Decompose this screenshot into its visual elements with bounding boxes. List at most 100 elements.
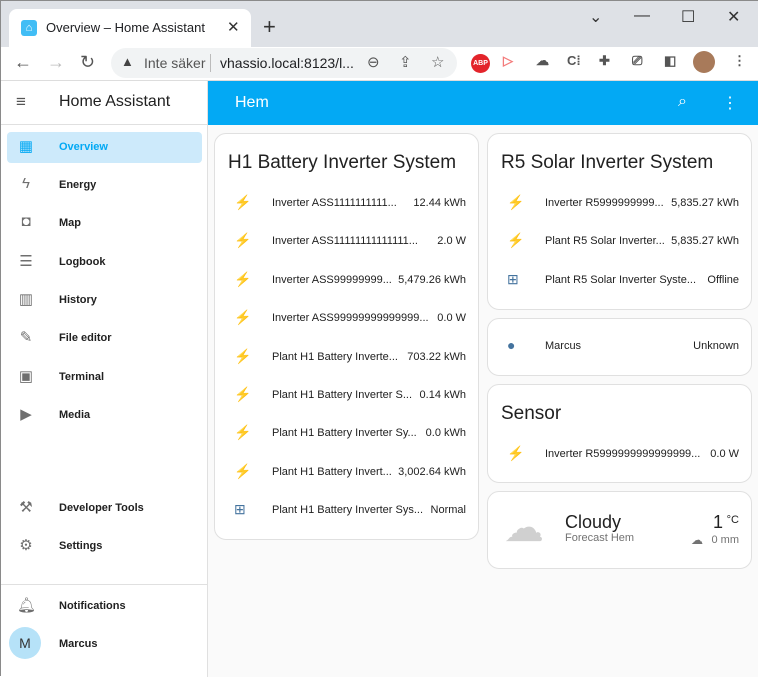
weather-condition: Cloudy [565,512,622,532]
tab-close-icon[interactable]: ✕ [227,18,240,36]
home-assistant-favicon-icon: ⌂ [21,20,37,36]
sidebar-item-notifications[interactable]: 🔔︎ Notifications [7,591,202,622]
security-label[interactable]: Inte säker [144,55,205,71]
address-bar[interactable]: ▲ Inte säker vhassio.local:8123/l... ⊖ ⇪… [111,48,457,78]
minimize-icon[interactable]: — [634,7,650,25]
entity-name: Plant H1 Battery Inverter S... [272,389,413,401]
adblock-icon[interactable]: ABP [471,54,490,73]
entity-row[interactable]: ⚡ Inverter ASS99999999... 5,479.26 kWh [215,271,478,291]
solar-panel-icon: ⊞ [507,270,519,287]
entity-state: 12.44 kWh [413,197,466,209]
sidebar-item-map[interactable]: ◘ Map [7,208,202,239]
maximize-icon[interactable]: ☐ [681,7,695,27]
warning-icon[interactable]: ▲ [121,54,134,69]
solar-power-icon: ⚡ [234,232,252,249]
reload-icon[interactable]: ↻ [80,52,95,73]
sidebar-item-label: Developer Tools [59,502,144,514]
sidebar-item-terminal[interactable]: ▣ Terminal [7,362,202,393]
extensions-puzzle-icon[interactable]: ✚ [599,53,610,69]
entity-name: Plant H1 Battery Inverter Sy... [272,427,417,440]
card-r5-solar-inverter: R5 Solar Inverter System ⚡ Inverter R5999… [487,133,752,310]
card-title: Sensor [501,403,562,424]
entity-row[interactable]: ⚡ Plant R5 Solar Inverter... 5,835.27 kWh [488,232,751,252]
sidebar-item-label: Settings [59,540,103,552]
entity-row[interactable]: ⚡ Plant H1 Battery Invert... 3,002.64 kWh [215,463,478,483]
forward-icon[interactable]: → [47,52,65,73]
side-panel-icon[interactable]: ◧ [664,53,676,69]
sidebar-item-label: Media [59,409,91,421]
dashboard: H1 Battery Inverter System ⚡ Inverter ASS… [208,125,758,677]
entity-row[interactable]: ⚡ Inverter R5999999999... 5,835.27 kWh [488,194,751,214]
sidebar-item-profile[interactable]: M Marcus [7,627,202,660]
entity-row[interactable]: ⚡ Plant H1 Battery Inverter Sy... 0.0 kWh [215,424,478,444]
sidebar: ≡ Home Assistant ▦ Overview ϟ Energy ◘ Map ☰ Lo… [1,81,208,677]
zoom-icon[interactable]: ⊖ [367,53,380,71]
solar-power-icon: ⚡ [507,445,525,461]
entity-row[interactable]: ⊞ Plant H1 Battery Inverter Sys... Normal [215,501,478,521]
entity-state: 0.0 kWh [425,427,466,440]
browser-tab[interactable]: ⌂ Overview – Home Assistant ✕ [9,9,251,47]
sidebar-item-history[interactable]: ▥ History [7,285,202,316]
entity-name: Inverter R5999999999999999... [545,448,701,460]
sidebar-item-developer-tools[interactable]: ⚒ Developer Tools [7,493,202,524]
top-app-bar: Hem ⌕ ⋮ [208,81,758,125]
terminal-icon: ▣ [18,368,34,385]
entity-row[interactable]: ⚡ Inverter ASS99999999999999... 0.0 W [215,309,478,329]
search-icon[interactable]: ⌕ [678,93,687,111]
sidebar-item-settings[interactable]: ⚙ Settings [7,531,202,562]
entity-row[interactable]: ⚡ Plant H1 Battery Inverte... 703.22 kWh [215,348,478,368]
entity-row[interactable]: ● Marcus Unknown [488,337,751,357]
menu-toggle-icon[interactable]: ≡ [16,92,26,112]
divider [210,54,211,72]
url-text[interactable]: vhassio.local:8123/l... [220,55,354,71]
entity-state: Unknown [693,340,739,352]
sidebar-item-media[interactable]: ▶ Media [7,400,202,431]
solar-power-icon: ⚡ [234,194,252,210]
sidebar-item-label: Logbook [59,256,106,268]
entity-name: Inverter ASS11111111111111... [272,235,418,248]
solar-power-icon: ⚡ [234,347,252,364]
card-title: H1 Battery Inverter System [228,152,457,173]
sidebar-item-energy[interactable]: ϟ Energy [7,170,202,201]
sidebar-item-label: History [59,294,97,306]
entity-state: 3,002.64 kWh [398,465,466,478]
extension-cloud-icon[interactable]: ☁ [536,53,549,69]
card-h1-battery-inverter: H1 Battery Inverter System ⚡ Inverter ASS… [214,133,479,540]
history-icon: ▥ [18,291,34,308]
window-close-icon[interactable]: ✕ [727,7,740,27]
sidebar-item-label: Map [59,217,81,229]
more-options-icon[interactable]: ⋮ [722,93,738,113]
sidebar-item-file-editor[interactable]: ✎ File editor [7,323,202,354]
entity-row[interactable]: ⚡ Inverter ASS11111111111111... 2.0 W [215,232,478,252]
card-weather-forecast[interactable]: ☁ Cloudy Forecast Hem 1 °C ☁ 0 mm [487,491,752,569]
sidebar-item-label: Terminal [59,371,105,383]
tab-search-icon[interactable]: ⌄ [589,7,602,27]
entity-row[interactable]: ⊞ Plant R5 Solar Inverter Syste... Offline [488,271,751,291]
entity-name: Inverter ASS99999999999999... [272,312,429,325]
entity-state: 2.0 W [437,235,466,248]
cast-icon[interactable]: ⎚ [632,53,642,69]
entity-row[interactable]: ⚡ Inverter ASS1111111111... 12.44 kWh [215,194,478,214]
card-sensor: Sensor ⚡ Inverter R5999999999999999... 0.0… [487,384,752,483]
profile-avatar[interactable] [693,51,715,73]
logbook-icon: ☰ [19,253,33,270]
solar-power-icon: ⚡ [507,194,525,210]
bookmark-star-icon[interactable]: ☆ [431,53,444,71]
solar-power-icon: ⚡ [234,462,252,479]
energy-icon: ϟ [22,175,30,192]
back-icon[interactable]: ← [14,52,32,73]
sidebar-item-overview[interactable]: ▦ Overview [7,132,202,163]
new-tab-icon[interactable]: + [263,14,276,40]
entity-name: Marcus [545,340,582,352]
share-icon[interactable]: ⇪ [399,53,412,71]
temperature-value: 1 [712,512,723,532]
sidebar-item-logbook[interactable]: ☰ Logbook [7,247,202,278]
extension-arrow-icon[interactable]: ▷ [503,53,513,69]
entity-row[interactable]: ⚡ Plant H1 Battery Inverter S... 0.14 kWh [215,386,478,406]
precipitation-icon: ☁ [691,533,703,547]
extension-c-icon[interactable]: C⁞ [567,53,581,68]
entity-row[interactable]: ⚡ Inverter R5999999999999999... 0.0 W [488,445,751,465]
cloudy-icon: ☁ [504,506,544,550]
entity-state: 0.14 kWh [419,389,466,401]
browser-menu-icon[interactable]: ⋮ [733,53,746,69]
